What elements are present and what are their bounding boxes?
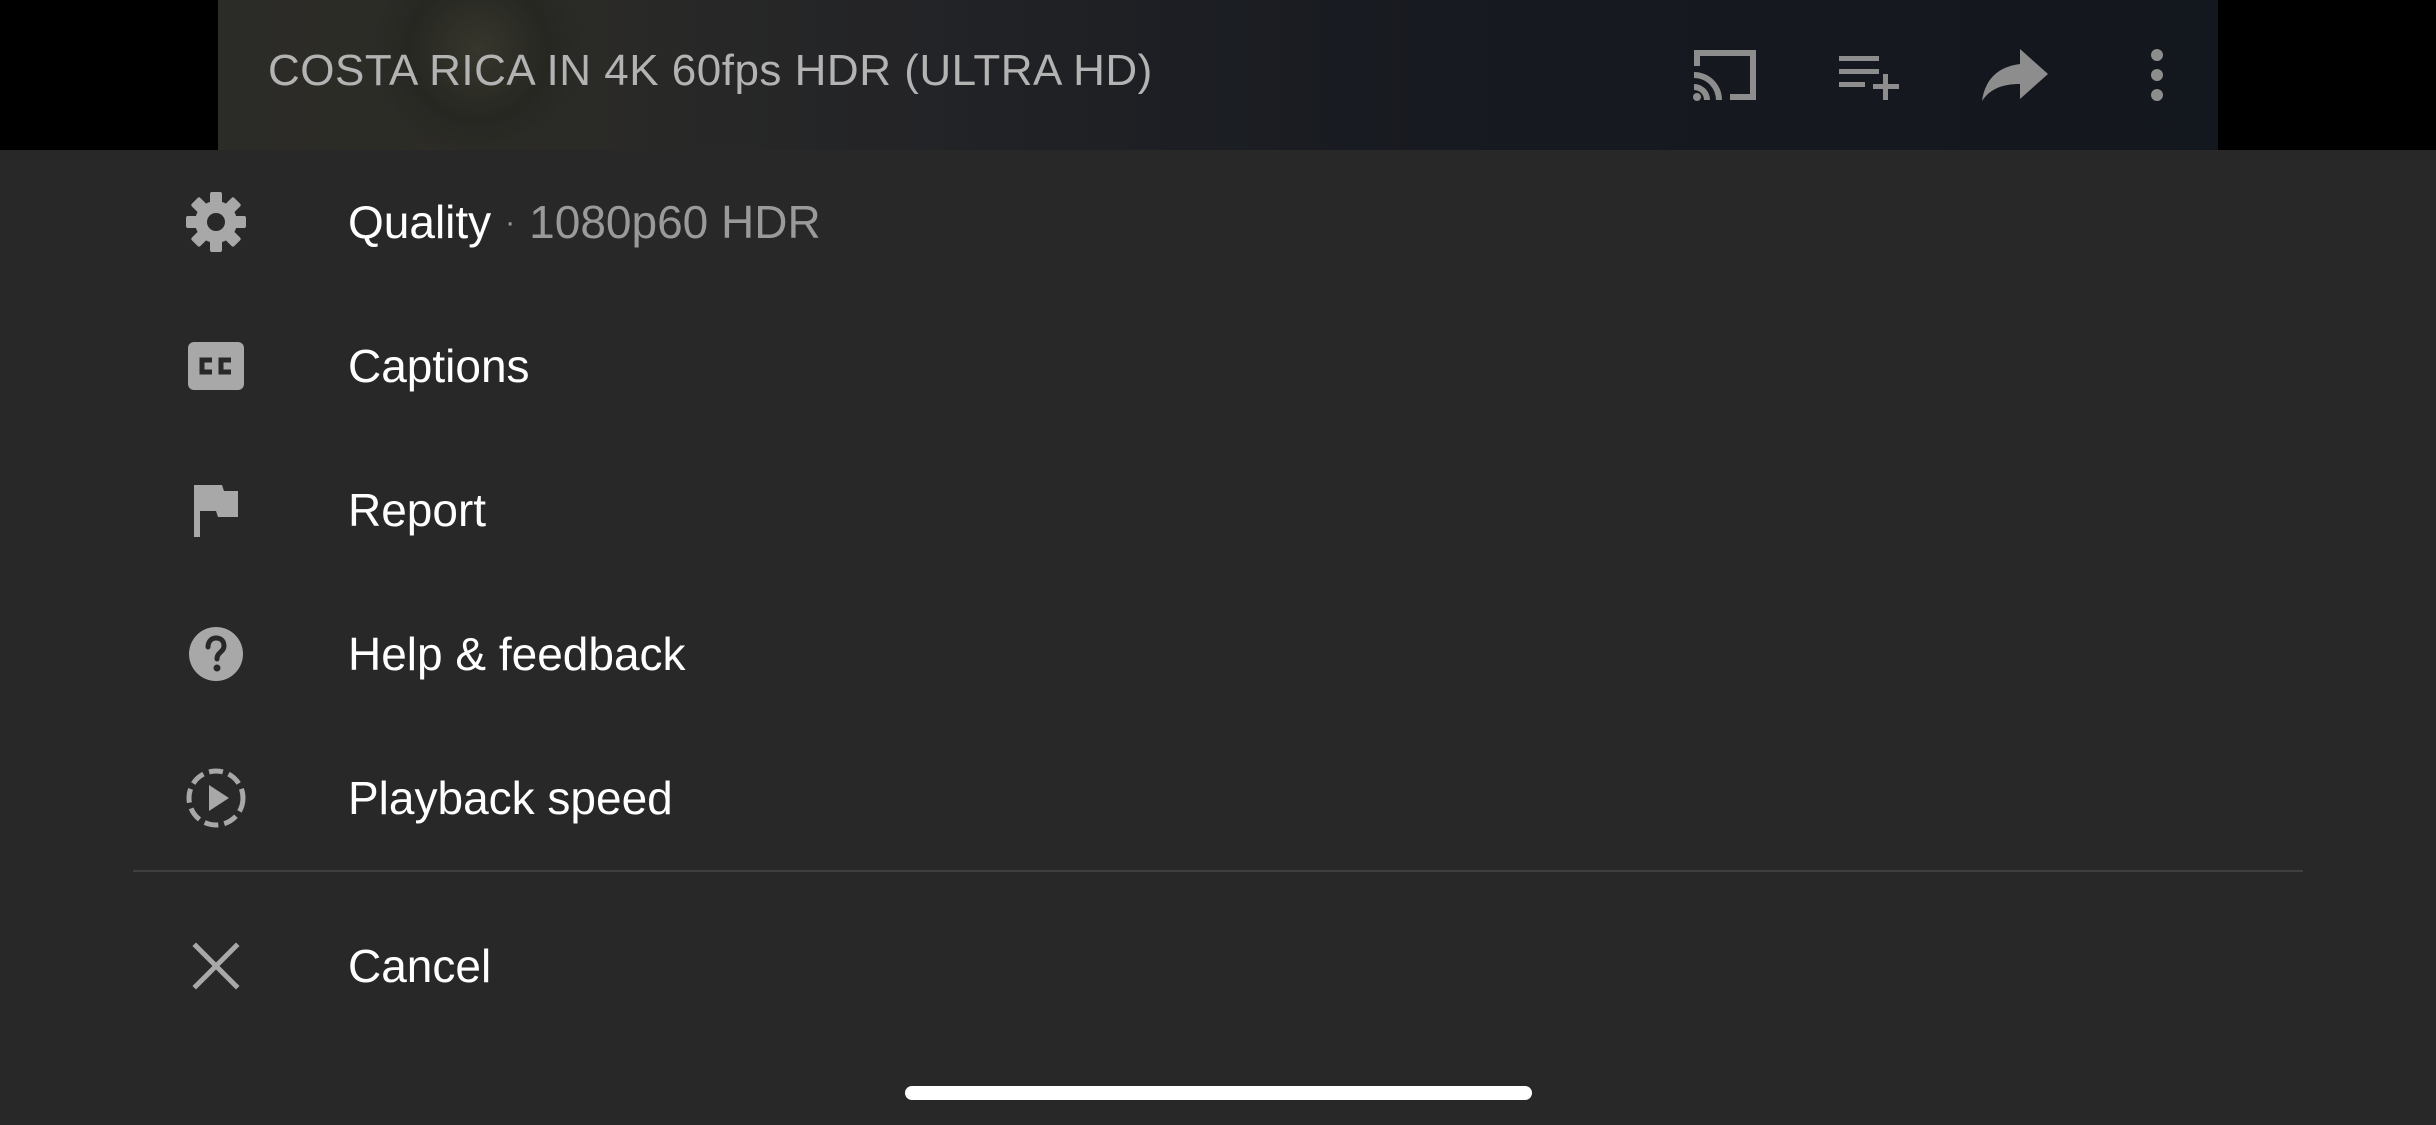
help-icon bbox=[180, 618, 252, 690]
menu-item-captions[interactable]: Captions bbox=[0, 294, 2436, 438]
cancel-button[interactable]: Cancel bbox=[0, 894, 2436, 1038]
menu-item-quality[interactable]: Quality · 1080p60 HDR bbox=[0, 150, 2436, 294]
screen: COSTA RICA IN 4K 60fps HDR (ULTRA HD) Qu… bbox=[0, 0, 2436, 1125]
menu-item-label: Playback speed bbox=[348, 772, 673, 824]
home-indicator[interactable] bbox=[905, 1086, 1532, 1100]
cancel-label: Cancel bbox=[348, 940, 492, 992]
quality-separator: · bbox=[505, 206, 516, 239]
playback-speed-icon bbox=[180, 762, 252, 834]
menu-item-label: Captions bbox=[348, 340, 530, 392]
options-bottom-sheet: Quality · 1080p60 HDR Captions Report He… bbox=[0, 150, 2436, 1125]
menu-item-playback-speed[interactable]: Playback speed bbox=[0, 726, 2436, 870]
video-player-strip[interactable]: COSTA RICA IN 4K 60fps HDR (ULTRA HD) bbox=[0, 0, 2436, 150]
more-vert-icon[interactable] bbox=[2122, 40, 2192, 110]
gear-icon bbox=[180, 186, 252, 258]
quality-value: 1080p60 HDR bbox=[529, 196, 821, 248]
quality-label: Quality bbox=[348, 196, 492, 248]
share-icon[interactable] bbox=[1980, 40, 2050, 110]
closed-captions-icon bbox=[180, 330, 252, 402]
close-icon bbox=[180, 930, 252, 1002]
playlist-add-icon[interactable] bbox=[1834, 40, 1904, 110]
flag-icon bbox=[180, 474, 252, 546]
menu-item-report[interactable]: Report bbox=[0, 438, 2436, 582]
menu-item-label: Report bbox=[348, 484, 487, 536]
menu-item-help-feedback[interactable]: Help & feedback bbox=[0, 582, 2436, 726]
menu-divider bbox=[133, 870, 2303, 872]
menu-item-label: Quality · 1080p60 HDR bbox=[348, 195, 821, 249]
video-title: COSTA RICA IN 4K 60fps HDR (ULTRA HD) bbox=[268, 46, 1153, 95]
cast-icon[interactable] bbox=[1690, 40, 1760, 110]
menu-item-label: Help & feedback bbox=[348, 628, 686, 680]
